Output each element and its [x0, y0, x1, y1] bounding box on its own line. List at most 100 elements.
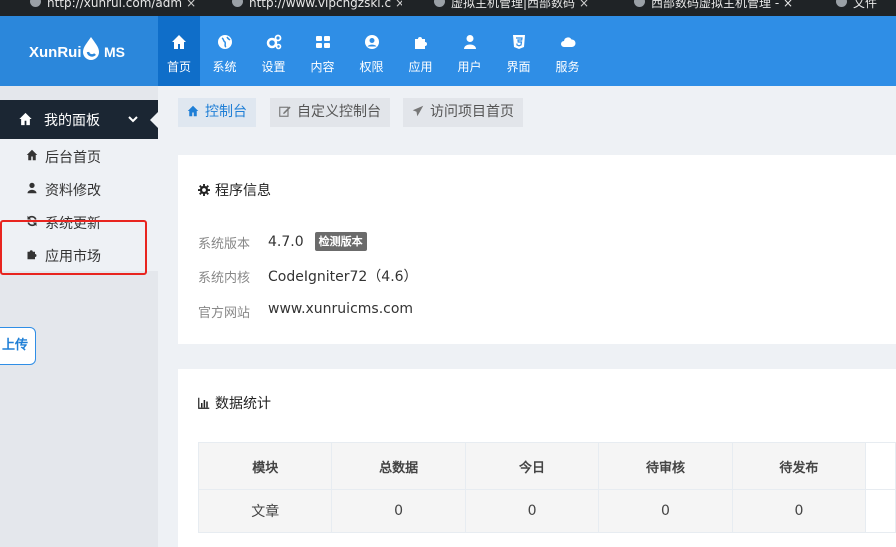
nav-label: 权限 — [359, 60, 384, 74]
close-icon[interactable]: × — [395, 0, 402, 9]
edit-icon — [279, 106, 291, 117]
nav-label: 应用 — [408, 60, 433, 74]
stats-panel: 数据统计 模块 总数据 今日 待审核 待发布 文章 0 0 0 0 — [178, 369, 896, 547]
column-header[interactable]: 模块 — [197, 442, 333, 490]
close-icon[interactable]: × — [186, 0, 196, 9]
nav-services[interactable]: 服务 — [543, 16, 592, 86]
top-nav: 首页 系统 设置 内容 权限 应用 用户 界面 服务 — [158, 16, 592, 86]
gear-icon — [198, 184, 210, 196]
table-cell[interactable]: 文章 — [197, 489, 333, 533]
nav-content[interactable]: 内容 — [298, 16, 347, 86]
browser-tab-strip: http://xunrui.com/adm × http://www.vipcng… — [0, 0, 896, 16]
info-label: 系统版本 — [198, 237, 251, 252]
sidebar-item-label: 后台首页 — [45, 150, 101, 166]
sidebar-item-dashboard[interactable]: 后台首页 — [0, 139, 158, 172]
nav-settings[interactable]: 设置 — [249, 16, 298, 86]
info-value: 4.7.0 — [268, 234, 304, 250]
breadcrumb-label: 控制台 — [205, 104, 247, 120]
close-icon[interactable]: × — [579, 0, 589, 9]
browser-tab-1[interactable]: http://xunrui.com/adm × — [30, 0, 210, 16]
table-cell: 0 — [731, 489, 867, 533]
nav-system[interactable]: 系统 — [200, 16, 249, 86]
table-row: 文章 0 0 0 0 — [197, 489, 896, 533]
chevron-down-icon[interactable] — [127, 113, 139, 125]
active-notch — [150, 112, 158, 128]
program-info-panel: 程序信息 系统版本 4.7.0 检测版本 系统内核 CodeIgniter72（4… — [178, 155, 896, 344]
column-header[interactable]: 待发布 — [731, 442, 867, 490]
sidebar-header-label: 我的面板 — [44, 113, 100, 129]
column-header[interactable]: 总数据 — [331, 442, 466, 490]
nav-label: 首页 — [166, 60, 191, 74]
nav-home[interactable]: 首页 — [158, 16, 200, 86]
user-circle-icon — [364, 35, 379, 49]
home-icon — [187, 105, 199, 117]
breadcrumb-label: 自定义控制台 — [297, 104, 381, 120]
browser-tab-3[interactable]: 虚拟主机管理|西部数码 × — [434, 0, 612, 16]
browser-tab-5[interactable]: 文件 — [836, 0, 896, 16]
cloud-icon — [560, 37, 576, 47]
table-cell: 0 — [598, 489, 733, 533]
panel-title-text: 程序信息 — [215, 183, 271, 199]
globe-icon — [836, 0, 847, 7]
check-version-badge[interactable]: 检测版本 — [314, 232, 367, 251]
panel-title-text: 数据统计 — [215, 396, 271, 412]
info-value: CodeIgniter72（4.6） — [268, 269, 418, 285]
table-cell: 0 — [464, 489, 600, 533]
user-icon — [463, 35, 476, 49]
user-icon — [27, 182, 37, 194]
globe-icon — [232, 0, 243, 7]
app-header: XunRui MS 首页 系统 设置 内容 权限 应用 用户 界面 服务 — [0, 16, 896, 86]
breadcrumb-dashboard[interactable]: 控制台 — [178, 98, 256, 127]
breadcrumb-custom-dashboard[interactable]: 自定义控制台 — [270, 98, 390, 127]
globe-icon — [434, 0, 445, 7]
info-value[interactable]: www.xunruicms.com — [268, 301, 413, 317]
browser-tab-4[interactable]: 西部数码虚拟主机管理 - × — [634, 0, 816, 16]
column-header[interactable]: 待审核 — [598, 442, 733, 490]
nav-users[interactable]: 用户 — [445, 16, 494, 86]
info-row-version: 系统版本 4.7.0 检测版本 — [198, 232, 367, 252]
sidebar-header[interactable]: 我的面板 — [0, 100, 158, 139]
breadcrumb: 控制台 自定义控制台 访问项目首页 — [158, 86, 896, 140]
logo-drop-icon — [83, 37, 99, 60]
browser-tab-title: 文件 — [853, 0, 878, 10]
browser-tab-2[interactable]: http://www.vipcngzski.c × — [232, 0, 402, 16]
column-header[interactable]: 今日 — [464, 442, 600, 490]
puzzle-icon — [414, 37, 427, 49]
sidebar: 我的面板 后台首页 资料修改 系统更新 应用市场 上传 — [0, 86, 158, 547]
sidebar-item-label: 资料修改 — [45, 183, 101, 199]
table-cell-overflow — [865, 489, 896, 533]
browser-tab-title: 西部数码虚拟主机管理 - × — [651, 0, 794, 10]
breadcrumb-label: 访问项目首页 — [430, 104, 514, 120]
panel-title: 数据统计 — [198, 393, 271, 413]
info-row-kernel: 系统内核 CodeIgniter72（4.6） — [198, 267, 418, 286]
gears-icon — [266, 34, 281, 50]
info-label: 系统内核 — [198, 271, 251, 286]
home-icon — [26, 149, 38, 161]
home-icon — [19, 112, 32, 126]
logo[interactable]: XunRui MS — [0, 16, 158, 86]
globe-icon — [30, 0, 41, 7]
globe-icon — [634, 0, 645, 7]
nav-permissions[interactable]: 权限 — [347, 16, 396, 86]
send-icon — [412, 105, 424, 117]
grid-icon — [315, 36, 330, 48]
upload-button[interactable]: 上传 — [0, 327, 36, 365]
nav-label: 系统 — [212, 60, 237, 74]
nav-label: 设置 — [261, 60, 286, 74]
breadcrumb-visit-home[interactable]: 访问项目首页 — [403, 98, 523, 127]
sidebar-item-profile[interactable]: 资料修改 — [0, 172, 158, 205]
info-row-website: 官方网站 www.xunruicms.com — [198, 301, 413, 321]
bar-chart-icon — [198, 397, 210, 409]
nav-label: 内容 — [310, 60, 335, 74]
nav-apps[interactable]: 应用 — [396, 16, 445, 86]
stats-table: 模块 总数据 今日 待审核 待发布 文章 0 0 0 0 — [197, 442, 896, 533]
logo-text-left: XunRui — [29, 44, 82, 61]
nav-label: 界面 — [506, 60, 531, 74]
info-label: 官方网站 — [198, 306, 251, 321]
browser-tab-title: http://www.vipcngzski.c — [249, 0, 392, 10]
column-header-overflow — [865, 442, 896, 490]
browser-tab-title: 虚拟主机管理|西部数码 — [451, 0, 576, 10]
nav-interface[interactable]: 界面 — [494, 16, 543, 86]
html5-icon — [512, 35, 525, 49]
home-icon — [172, 35, 186, 49]
